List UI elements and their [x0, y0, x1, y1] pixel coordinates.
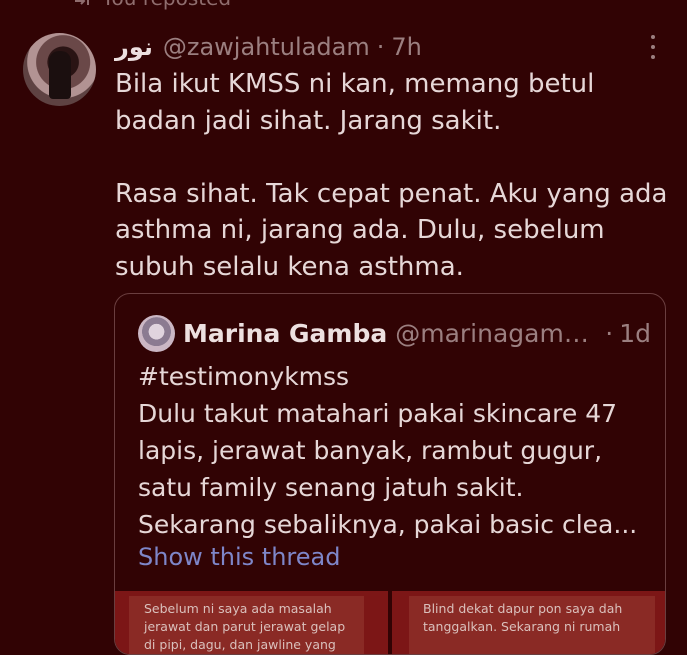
media-text-line: tanggalkan. Sekarang ni rumah	[423, 619, 621, 634]
quoted-post-time[interactable]: 1d	[619, 319, 651, 348]
quoted-post[interactable]: Marina Gamba @marinagamb... · 1d #testim…	[114, 293, 666, 655]
quoted-author-handle[interactable]: @marinagamb...	[395, 319, 595, 348]
quoted-hashtag[interactable]: #testimonykmss	[138, 358, 648, 395]
media-text-line: jerawat dan parut jerawat gelap	[144, 619, 346, 634]
quoted-header: Marina Gamba @marinagamb... · 1d	[183, 315, 653, 351]
media-image-text: Sebelum ni saya ada masalah jerawat dan …	[129, 596, 364, 654]
quoted-text-line: lapis, jerawat banyak, rambut gugur,	[138, 436, 603, 465]
repost-label: You reposted	[102, 0, 231, 10]
media-image-2[interactable]: Blind dekat dapur pon saya dah tanggalka…	[392, 591, 665, 654]
media-text-line: Sebelum ni saya ada masalah	[144, 601, 332, 616]
author-name[interactable]: نور	[115, 33, 153, 61]
repost-icon	[72, 0, 92, 8]
post-header: نور @zawjahtuladam · 7h	[115, 30, 655, 64]
media-image-text: Blind dekat dapur pon saya dah tanggalka…	[409, 596, 655, 654]
quoted-text-line: satu family senang jatuh sakit.	[138, 473, 524, 502]
separator-dot: ·	[605, 318, 614, 348]
media-text-line: di pipi, dagu, dan jawline yang	[144, 637, 336, 652]
quoted-author-avatar[interactable]	[138, 315, 175, 352]
more-options-icon[interactable]	[649, 35, 657, 59]
post-text: Bila ikut KMSS ni kan, memang betul bada…	[115, 69, 668, 282]
media-text-line: Blind dekat dapur pon saya dah	[423, 601, 623, 616]
repost-indicator: You reposted	[72, 0, 231, 10]
author-handle[interactable]: @zawjahtuladam	[163, 33, 370, 61]
quoted-text-line: Dulu takut matahari pakai skincare 47	[138, 399, 618, 428]
quoted-media: Sebelum ni saya ada masalah jerawat dan …	[115, 591, 665, 654]
quoted-text-line: Sekarang sebaliknya, pakai basic clea...	[138, 510, 638, 539]
media-image-1[interactable]: Sebelum ni saya ada masalah jerawat dan …	[115, 591, 388, 654]
author-avatar[interactable]	[23, 33, 96, 106]
show-thread-link[interactable]: Show this thread	[138, 543, 340, 571]
quoted-author-name[interactable]: Marina Gamba	[183, 319, 387, 348]
post-time[interactable]: 7h	[391, 33, 421, 61]
separator-dot: ·	[376, 33, 385, 61]
quoted-text: #testimonykmss Dulu takut matahari pakai…	[138, 358, 648, 543]
